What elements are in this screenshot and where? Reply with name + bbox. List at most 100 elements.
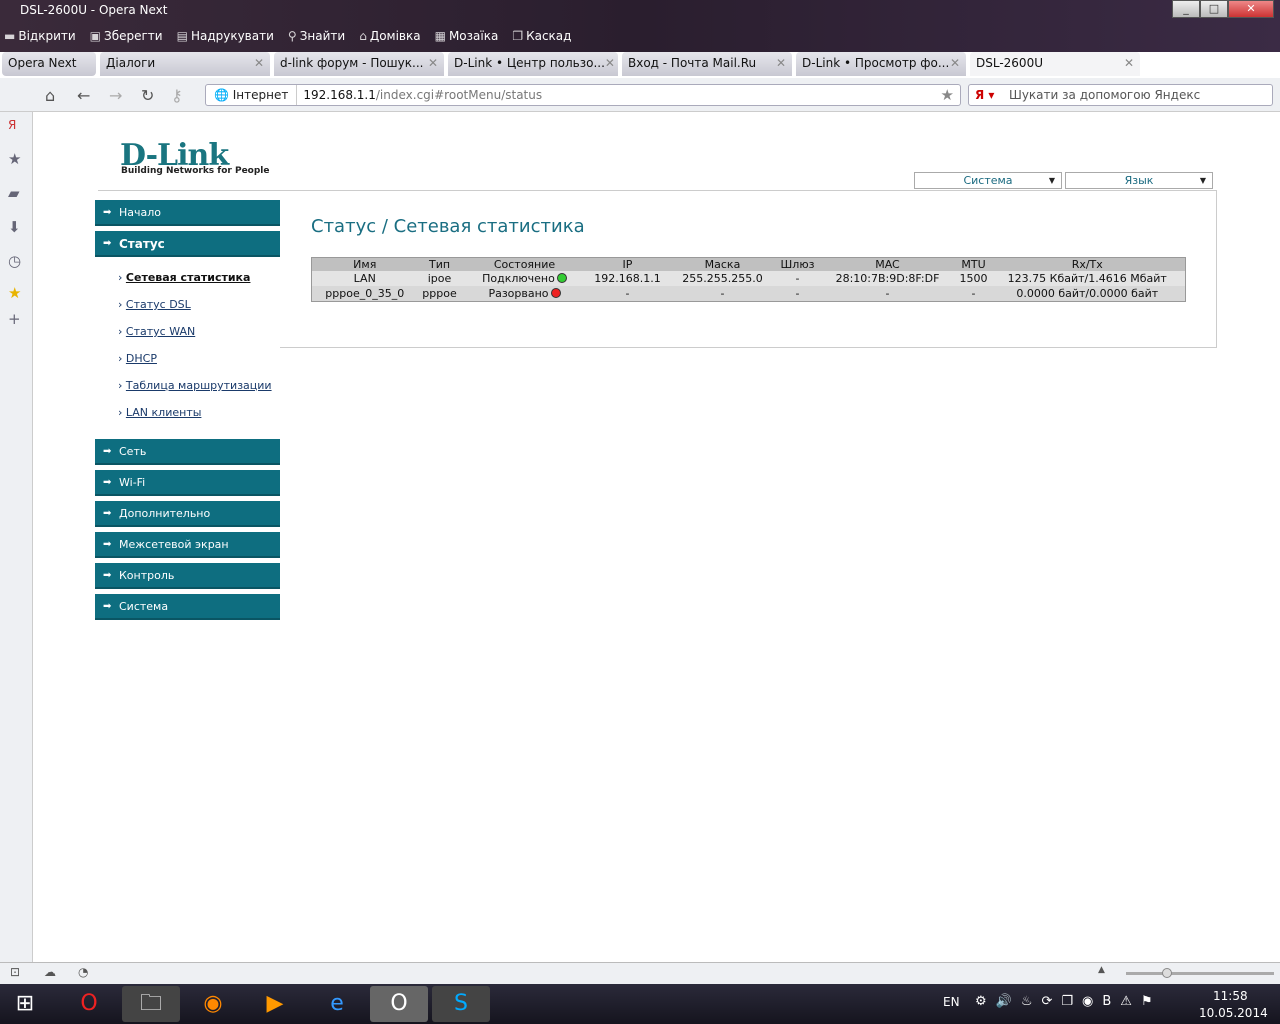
- new-tab-button[interactable]: +: [1144, 52, 1175, 78]
- tab-label: Opera Next: [8, 56, 77, 70]
- tab-label: D-Link • Центр пользо...: [454, 56, 605, 70]
- speed-dial-icon[interactable]: ◔: [78, 965, 88, 979]
- tab-dlink-center[interactable]: D-Link • Центр пользо... ✕: [448, 52, 618, 76]
- clock-time[interactable]: 11:58: [1213, 989, 1248, 1003]
- tab-dialogs[interactable]: Діалоги ✕: [100, 52, 270, 76]
- cell: pppoe_0_35_0: [311, 286, 418, 302]
- submenu-wan-status[interactable]: › Статус WAN: [118, 325, 195, 338]
- submenu-lan-clients[interactable]: › LAN клиенты: [118, 406, 201, 419]
- cell: -: [957, 286, 990, 302]
- col-name: Имя: [311, 257, 418, 271]
- menu-start[interactable]: Начало: [95, 200, 280, 226]
- back-icon[interactable]: ←: [77, 86, 90, 105]
- menu-firewall[interactable]: Межсетевой экран: [95, 532, 280, 558]
- chevron-down-icon: ▼: [1199, 176, 1206, 185]
- maximize-button[interactable]: □: [1200, 0, 1228, 18]
- taskbar: ⊞ O 🗀 ◉ ▶ e O S EN ⚙🔊♨⟳❐◉B⚠⚑ 11:58 10.05…: [0, 984, 1280, 1024]
- add-panel-icon[interactable]: +: [8, 310, 21, 328]
- tab-bar: Opera Next Діалоги ✕ d-link форум - Пошук…: [0, 52, 1280, 78]
- reload-icon[interactable]: ↻: [141, 86, 154, 105]
- menu-status[interactable]: Статус: [95, 231, 280, 257]
- cell: 28:10:7B:9D:8F:DF: [817, 271, 958, 286]
- close-tab-icon[interactable]: ✕: [1124, 56, 1134, 72]
- language-select[interactable]: Язык ▼: [1065, 172, 1213, 189]
- menu-find[interactable]: ⚲ Знайти: [288, 29, 345, 43]
- cell: LAN: [311, 271, 418, 286]
- menu-system[interactable]: Система: [95, 594, 280, 620]
- home-icon[interactable]: ⌂: [45, 86, 55, 105]
- clock-date[interactable]: 10.05.2014: [1199, 1006, 1268, 1020]
- close-button[interactable]: ✕: [1228, 0, 1274, 18]
- cell-state: Подключено: [461, 271, 588, 286]
- key-icon[interactable]: ⚷: [171, 86, 183, 105]
- explorer-taskbar-icon[interactable]: 🗀: [122, 986, 180, 1022]
- menu-control[interactable]: Контроль: [95, 563, 280, 589]
- cell: 0.0000 байт/0.0000 байт: [989, 286, 1186, 302]
- downloads-icon[interactable]: ⬇: [8, 218, 21, 236]
- menu-home[interactable]: ⌂ Домівка: [359, 29, 420, 43]
- menu-network[interactable]: Сеть: [95, 439, 280, 465]
- submenu-dhcp[interactable]: › DHCP: [118, 352, 157, 365]
- history-icon[interactable]: ◷: [8, 252, 21, 270]
- ie-taskbar-icon[interactable]: e: [308, 986, 366, 1022]
- menu-save[interactable]: ▣ Зберегти: [90, 29, 163, 43]
- minimize-button[interactable]: _: [1172, 0, 1200, 18]
- tab-google[interactable]: d-link форум - Пошук... ✕: [274, 52, 444, 76]
- skype-taskbar-icon[interactable]: S: [432, 986, 490, 1022]
- bookmarks-icon[interactable]: ★: [8, 150, 21, 168]
- menu-advanced[interactable]: Дополнительно: [95, 501, 280, 527]
- tab-dsl-2600u[interactable]: DSL-2600U ✕: [970, 52, 1140, 76]
- search-input[interactable]: Я ▾ Шукати за допомогою Яндекс: [968, 84, 1273, 106]
- zoom-slider[interactable]: [1126, 968, 1274, 978]
- zoom-slider-handle[interactable]: [1162, 968, 1172, 978]
- tab-dlink-forum[interactable]: D-Link • Просмотр фо... ✕: [796, 52, 966, 76]
- zoom-up-icon[interactable]: ▲: [1098, 965, 1105, 975]
- address-input[interactable]: 🌐 Інтернет 192.168.1.1/index.cgi#rootMenu…: [205, 84, 961, 106]
- cell: 192.168.1.1: [587, 271, 668, 286]
- panel-toggle-icon[interactable]: ⊡: [10, 965, 20, 979]
- start-button[interactable]: ⊞: [0, 986, 50, 1022]
- cell: 1500: [957, 271, 990, 286]
- status-disconnected-icon: [550, 288, 561, 298]
- notes-icon[interactable]: ▰: [8, 184, 20, 202]
- home-icon: ⌂: [359, 29, 367, 43]
- title-bar: DSL-2600U - Opera Next _ □ ✕ ▬ Відкрити ▣ Зб…: [0, 0, 1280, 52]
- chevron-down-icon: ▼: [1048, 176, 1055, 185]
- close-tab-icon[interactable]: ✕: [254, 56, 264, 72]
- star-icon[interactable]: ★: [8, 284, 21, 302]
- menu-tile[interactable]: ▦ Мозаїка: [435, 29, 499, 43]
- tile-icon: ▦: [434, 29, 446, 43]
- menu-print[interactable]: ▤ Надрукувати: [177, 29, 274, 43]
- cloud-icon[interactable]: ☁: [44, 965, 56, 979]
- close-tab-icon[interactable]: ✕: [428, 56, 438, 72]
- col-mac: MAC: [817, 257, 958, 271]
- tray-icons[interactable]: ⚙🔊♨⟳❐◉B⚠⚑: [975, 994, 1162, 1009]
- tab-mail[interactable]: Вход - Почта Mail.Ru ✕: [622, 52, 792, 76]
- close-tab-icon[interactable]: ✕: [950, 56, 960, 72]
- bookmark-star-icon[interactable]: ★: [941, 85, 954, 105]
- opera-next-taskbar-icon[interactable]: O: [370, 986, 428, 1022]
- close-tab-icon[interactable]: ✕: [776, 56, 786, 72]
- col-type: Тип: [417, 257, 462, 271]
- submenu-network-stats[interactable]: › Сетевая статистика: [118, 271, 250, 284]
- opera-taskbar-icon[interactable]: O: [60, 986, 118, 1022]
- menu-open[interactable]: ▬ Відкрити: [4, 29, 76, 43]
- yandex-icon[interactable]: Я: [8, 118, 16, 132]
- forward-icon[interactable]: →: [109, 86, 122, 105]
- cell: 255.255.255.0: [667, 271, 778, 286]
- site-info-badge[interactable]: 🌐 Інтернет: [206, 85, 298, 105]
- opera-menu-button[interactable]: Opera Next: [2, 52, 96, 76]
- system-select[interactable]: Система ▼: [914, 172, 1062, 189]
- submenu-dsl-status[interactable]: › Статус DSL: [118, 298, 191, 311]
- close-tab-icon[interactable]: ✕: [605, 56, 615, 72]
- search-icon: ⚲: [287, 29, 297, 43]
- media-player-taskbar-icon[interactable]: ▶: [246, 986, 304, 1022]
- menu-cascade[interactable]: ❐ Каскад: [512, 29, 571, 43]
- language-indicator[interactable]: EN: [943, 995, 960, 1009]
- menu-wifi[interactable]: Wi-Fi: [95, 470, 280, 496]
- firefox-taskbar-icon[interactable]: ◉: [184, 986, 242, 1022]
- menu-bar: ▬ Відкрити ▣ Зберегти ▤ Надрукувати ⚲ Знайти…: [4, 29, 571, 43]
- submenu-routing-table[interactable]: › Таблица маршрутизации: [118, 379, 272, 392]
- col-mask: Маска: [667, 257, 778, 271]
- cell: -: [777, 286, 818, 302]
